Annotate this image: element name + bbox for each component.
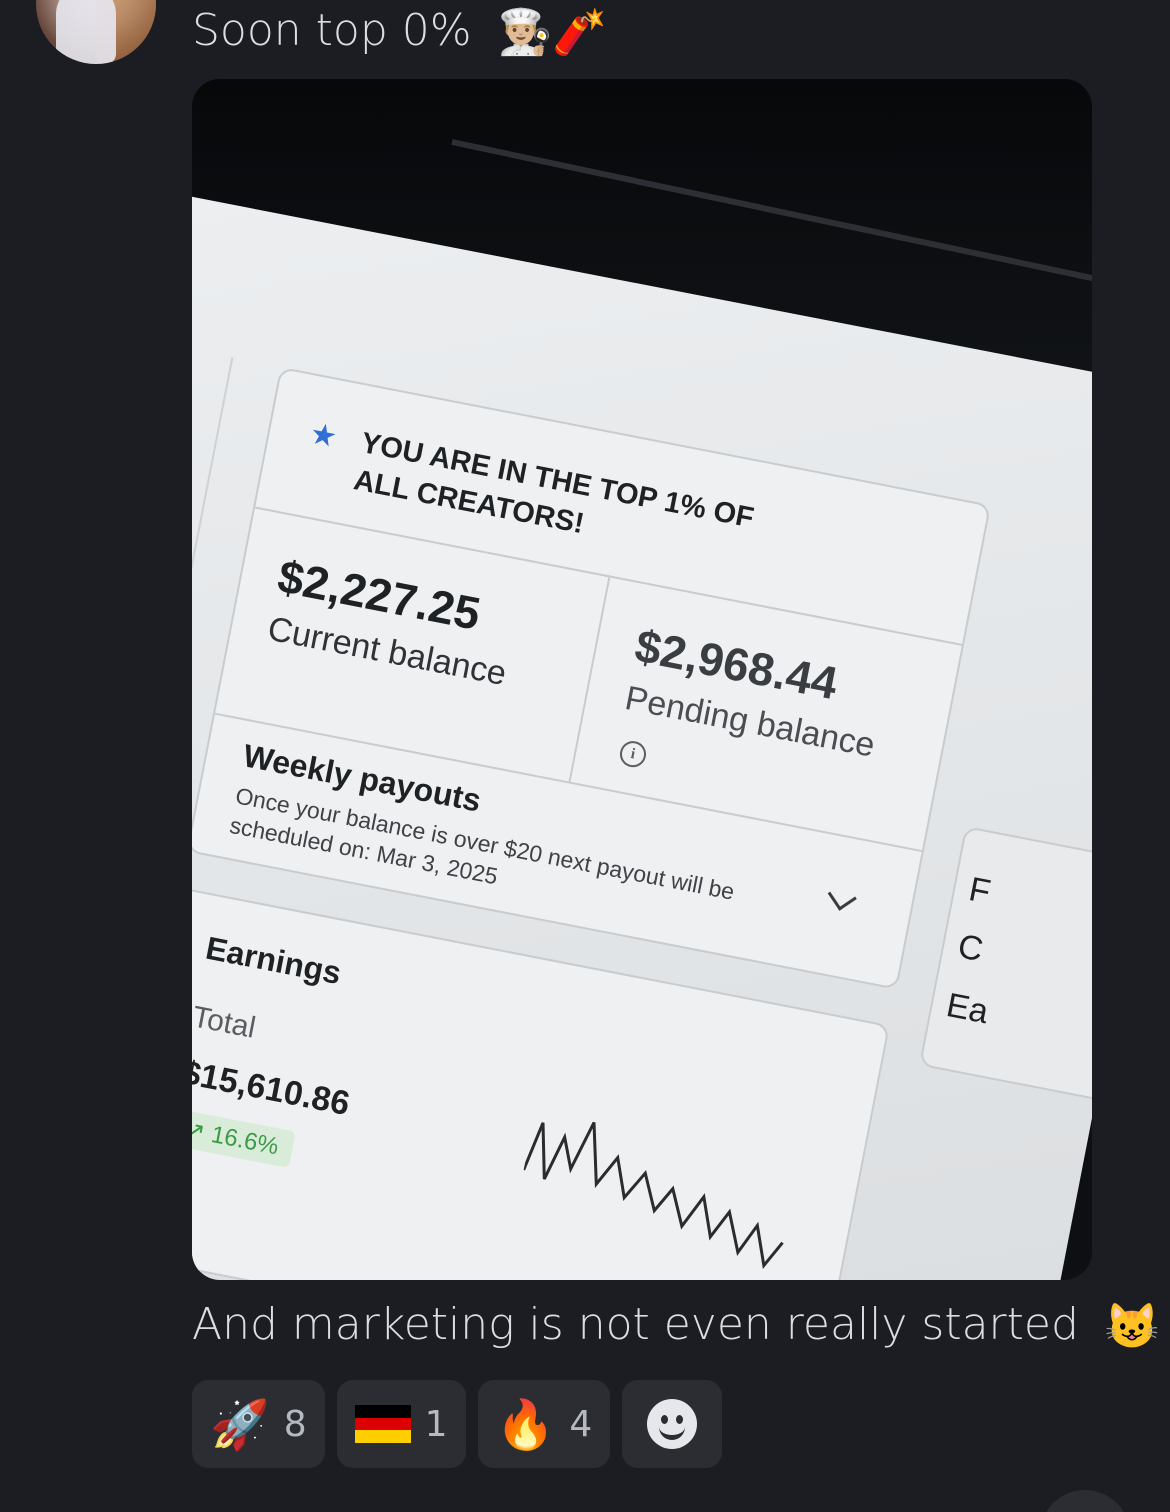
earnings-sparkline bbox=[522, 1121, 784, 1270]
top-creator-banner: YOU ARE IN THE TOP 1% OF ALL CREATORS! bbox=[351, 426, 757, 541]
reactions-bar: 🚀 8 1 🔥 4 bbox=[192, 1380, 723, 1468]
fire-icon: 🔥 bbox=[495, 1396, 556, 1453]
image-attachment[interactable]: ? ★ YOU ARE IN THE TOP 1% OF ALL CREATOR… bbox=[192, 79, 1092, 1280]
add-reaction-button[interactable] bbox=[622, 1380, 723, 1468]
rocket-icon: 🚀 bbox=[210, 1396, 270, 1453]
message-text-bottom: And marketing is not even really started… bbox=[192, 1296, 1160, 1356]
germany-flag-icon bbox=[354, 1405, 411, 1443]
reaction-fire[interactable]: 🔥 4 bbox=[477, 1380, 611, 1468]
avatar[interactable] bbox=[36, 0, 156, 64]
earnings-title: Earnings bbox=[202, 929, 345, 992]
right-panel-text-1: F bbox=[965, 870, 994, 912]
reaction-rocket[interactable]: 🚀 8 bbox=[192, 1380, 325, 1468]
reaction-count: 8 bbox=[283, 1403, 307, 1445]
total-earnings-value: $15,610.86 bbox=[192, 1053, 353, 1124]
jump-to-present-button[interactable] bbox=[1040, 1490, 1130, 1512]
sparkline-line bbox=[522, 1121, 784, 1270]
trend-badge: ↗ 16.6% bbox=[192, 1108, 296, 1169]
right-panel-text-2: C bbox=[954, 927, 987, 970]
monitor-screen: ? ★ YOU ARE IN THE TOP 1% OF ALL CREATOR… bbox=[192, 189, 1092, 1280]
add-reaction-icon bbox=[647, 1399, 698, 1449]
smiling-cat-emoji: 😺 bbox=[1104, 1301, 1160, 1352]
balance-column-divider bbox=[568, 575, 611, 782]
balance-card: ★ YOU ARE IN THE TOP 1% OF ALL CREATORS!… bbox=[192, 366, 992, 990]
right-panel-partial: F C Ea bbox=[918, 825, 1092, 1105]
total-label: Total bbox=[192, 1000, 259, 1045]
reaction-germany-flag[interactable]: 1 bbox=[336, 1380, 466, 1468]
message-text-top: Soon top 0% 👨🏼‍🍳🧨 bbox=[192, 4, 607, 60]
avatar-figure bbox=[56, 0, 116, 64]
info-icon[interactable]: i bbox=[617, 738, 649, 770]
right-panel-text-3: Ea bbox=[943, 986, 992, 1032]
message-text: Soon top 0% bbox=[192, 5, 472, 56]
reaction-count: 1 bbox=[424, 1403, 448, 1445]
star-icon: ★ bbox=[306, 416, 341, 456]
chevron-down-icon[interactable] bbox=[827, 881, 857, 911]
reaction-count: 4 bbox=[569, 1403, 593, 1445]
message-text: And marketing is not even really started bbox=[192, 1299, 1079, 1350]
chat-view: Soon top 0% 👨🏼‍🍳🧨 ? ★ YOU ARE IN THE TOP… bbox=[0, 0, 1170, 1512]
chef-dynamite-emoji: 👨🏼‍🍳🧨 bbox=[497, 7, 608, 58]
